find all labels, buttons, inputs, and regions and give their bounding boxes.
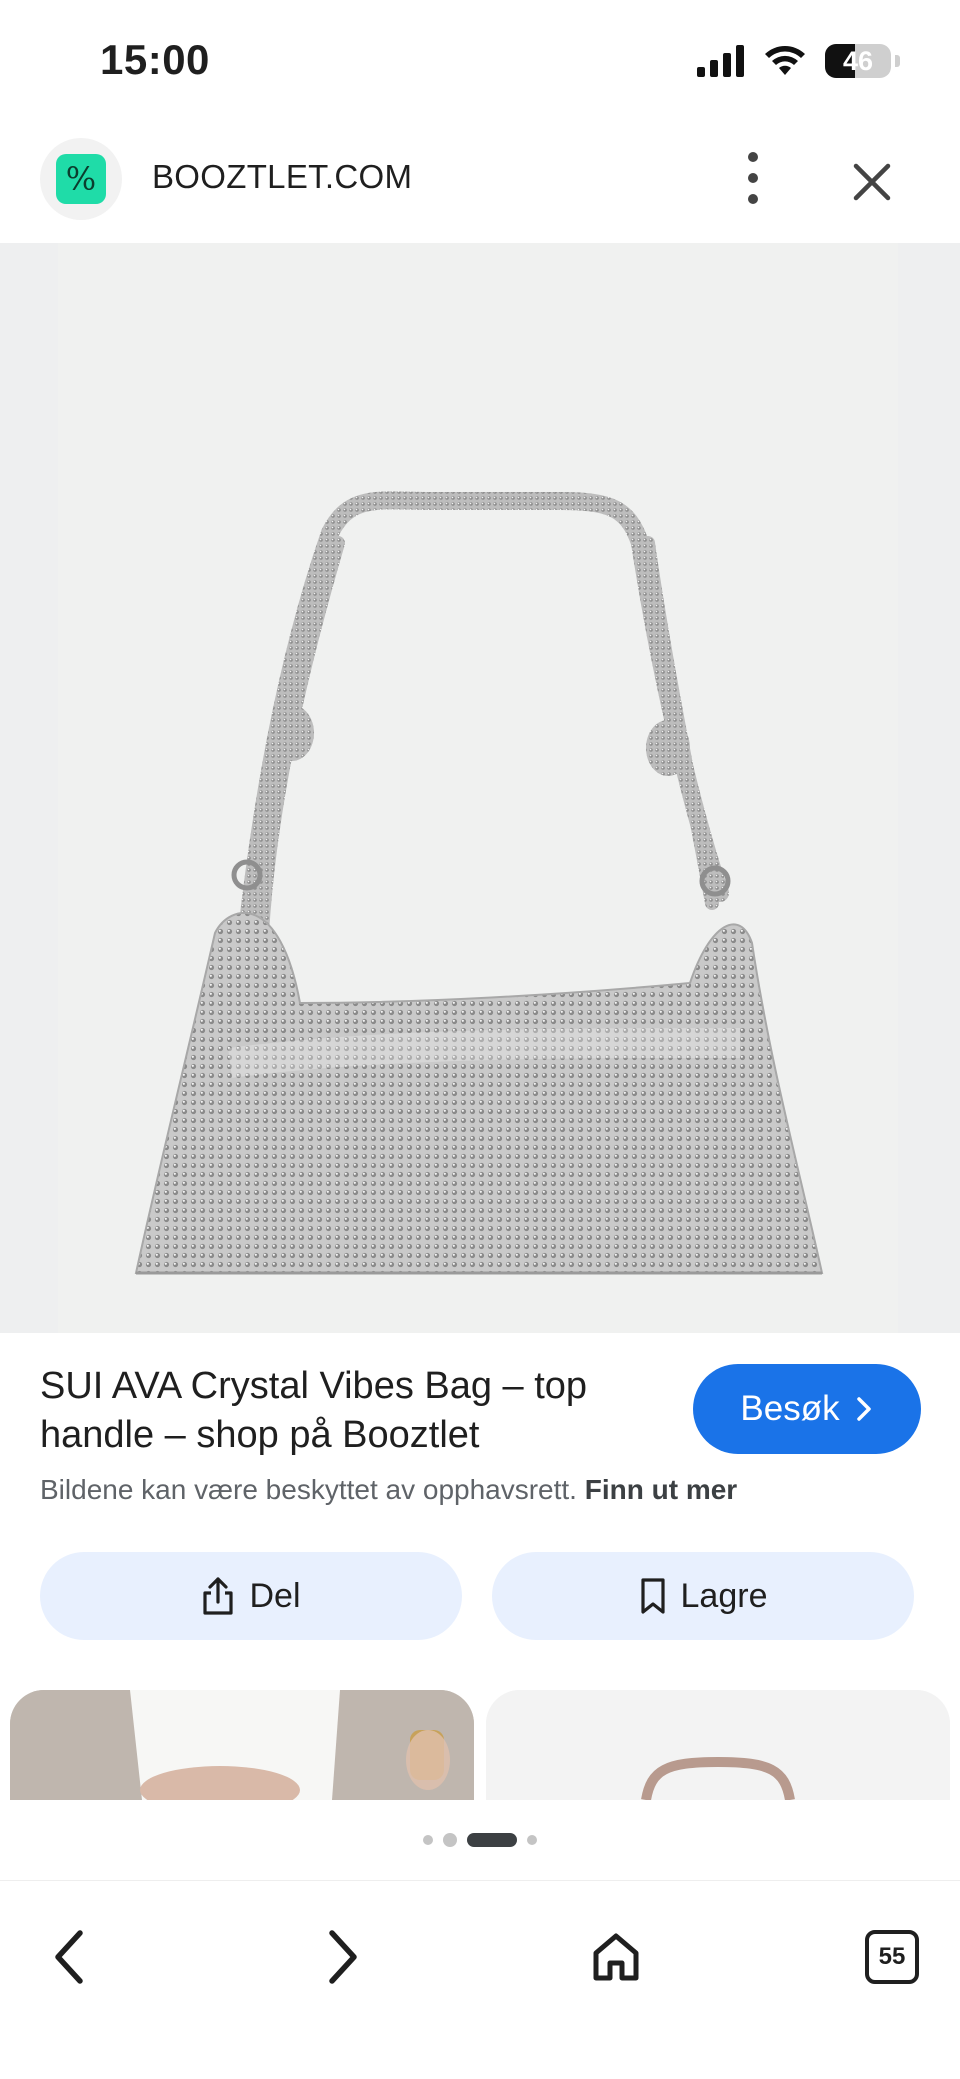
visit-button[interactable]: Besøk [693,1364,921,1454]
related-photo-1 [10,1690,474,1800]
tabs-button[interactable]: 55 [852,1917,932,1997]
home-button[interactable] [576,1917,656,1997]
visit-label: Besøk [740,1389,840,1428]
chevron-right-icon [856,1397,871,1421]
copyright-note: Bildene kan være beskyttet av opphavsret… [40,1474,737,1506]
save-label: Lagre [680,1576,768,1615]
close-icon[interactable] [848,158,896,206]
menu-dot [748,194,758,204]
menu-dot [748,152,758,162]
tab-count: 55 [865,1930,919,1984]
bookmark-icon [640,1578,665,1614]
signal-icon [697,45,744,77]
product-title[interactable]: SUI AVA Crystal Vibes Bag – top handle –… [40,1362,640,1460]
pager-dot-active [467,1833,517,1847]
related-photo-2 [486,1690,950,1800]
battery-tip [895,55,900,67]
more-options-button[interactable] [735,152,771,204]
site-name[interactable]: BOOZTLET.COM [152,158,412,196]
bag-illustration [134,491,824,1275]
share-icon [203,1577,234,1615]
save-button[interactable]: Lagre [492,1552,914,1640]
share-button[interactable]: Del [40,1552,462,1640]
chevron-right-icon [329,1930,357,1984]
copyright-text: Bildene kan være beskyttet av opphavsret… [40,1474,577,1505]
pager-dot [443,1833,457,1847]
related-image-1[interactable] [10,1690,474,1800]
battery-icon: 46 [825,44,891,78]
menu-dot [748,173,758,183]
bottom-navigation: 55 [0,1880,960,2079]
pager-dot [423,1835,433,1845]
battery-level: 46 [842,45,874,76]
home-icon [593,1933,639,1981]
back-button[interactable] [30,1917,110,1997]
product-image[interactable] [0,243,960,1333]
related-image-2[interactable] [486,1690,950,1800]
chevron-left-icon [55,1930,83,1984]
pager-dot [527,1835,537,1845]
share-label: Del [249,1576,301,1615]
carousel-pager [0,1800,960,1880]
wifi-icon [765,46,805,75]
status-time: 15:00 [100,36,210,83]
status-icons: 46 [697,44,900,78]
site-logo-glyph: % [56,154,106,204]
site-logo[interactable]: % [40,138,122,220]
forward-button[interactable] [302,1917,382,1997]
learn-more-link[interactable]: Finn ut mer [585,1474,737,1505]
